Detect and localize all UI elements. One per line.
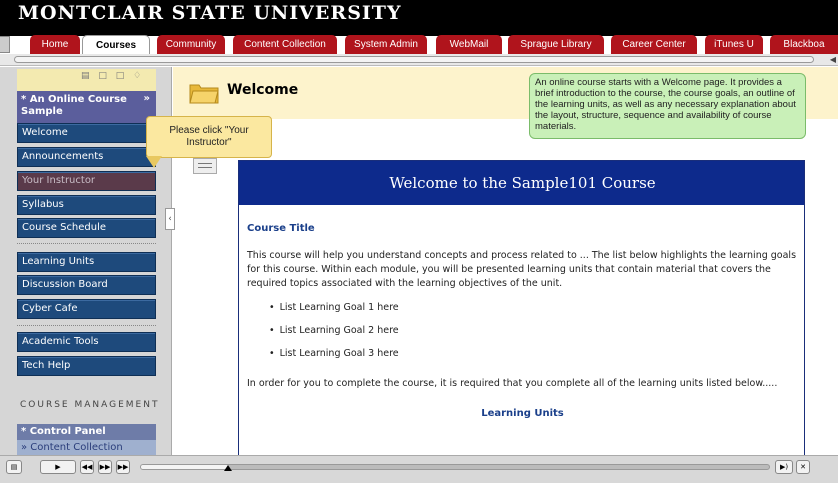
page-title: Welcome (227, 82, 299, 98)
completion-paragraph: In order for you to complete the course,… (247, 378, 778, 389)
tab-blackboard[interactable]: Blackboa (770, 35, 838, 54)
sidebar-item-tech-help[interactable]: Tech Help (17, 356, 156, 376)
sidebar-item-discussion-board[interactable]: Discussion Board (17, 275, 156, 295)
tab-itunes-u[interactable]: iTunes U (705, 35, 763, 54)
document-icon[interactable] (193, 158, 217, 174)
play-button[interactable]: ▶ (40, 460, 76, 474)
goal-text: List Learning Goal 1 here (279, 302, 399, 313)
chevron-right-icon[interactable]: » (144, 93, 150, 105)
tab-career-center[interactable]: Career Center (611, 35, 697, 54)
course-management-label: COURSE MANAGEMENT (20, 400, 160, 410)
playback-progress (141, 465, 229, 469)
playback-thumb[interactable] (223, 465, 232, 471)
tab-community[interactable]: Community (157, 35, 225, 54)
tab-system-admin[interactable]: System Admin (345, 35, 427, 54)
course-title-heading: Course Title (247, 223, 315, 234)
goal-item: List Learning Goal 2 here (269, 324, 399, 338)
university-title: MONTCLAIR STATE UNIVERSITY (18, 2, 402, 24)
playback-bar: ▤ ▶ ◀◀ ▶▶ ▶▶ ▶) ✕ (0, 455, 838, 483)
sidebar-item-course-schedule[interactable]: Course Schedule (17, 218, 156, 238)
sidebar-item-syllabus[interactable]: Syllabus (17, 195, 156, 215)
tab-stub[interactable] (0, 36, 10, 53)
toc-icon[interactable]: ▤ (6, 460, 22, 474)
learning-units-heading: Learning Units (481, 408, 564, 419)
folder-icon (189, 84, 219, 104)
playback-slider[interactable] (140, 464, 770, 470)
tab-sprague-library[interactable]: Sprague Library (508, 35, 604, 54)
tooltip-pointer (146, 156, 162, 168)
scroll-left-icon[interactable]: ◀ (830, 55, 836, 64)
control-panel-content-collection[interactable]: » Content Collection (17, 440, 156, 455)
tab-content-collection[interactable]: Content Collection (233, 35, 337, 54)
goal-item: List Learning Goal 3 here (269, 347, 399, 361)
goal-text: List Learning Goal 3 here (279, 348, 399, 359)
sidebar-item-learning-units[interactable]: Learning Units (17, 252, 156, 272)
top-tabs: Home Courses Community Content Collectio… (0, 33, 838, 54)
view-options-icon[interactable]: ▤ □ □ ♢ (81, 71, 144, 81)
goal-text: List Learning Goal 2 here (279, 325, 399, 336)
tab-home[interactable]: Home (30, 35, 80, 54)
tab-scroll-strip: ◀ (0, 54, 838, 66)
welcome-content: Welcome to the Sample101 Course Course T… (238, 160, 805, 455)
fast-forward-icon[interactable]: ▶▶ (116, 460, 130, 474)
sidebar-item-welcome[interactable]: Welcome (17, 123, 156, 143)
next-icon[interactable]: ▶▶ (98, 460, 112, 474)
tab-webmail[interactable]: WebMail (436, 35, 502, 54)
screen: MONTCLAIR STATE UNIVERSITY Home Courses … (0, 0, 838, 483)
control-panel-header[interactable]: * Control Panel (17, 424, 156, 440)
close-icon[interactable]: ✕ (796, 460, 810, 474)
university-banner: MONTCLAIR STATE UNIVERSITY (0, 0, 838, 36)
sidebar-item-cyber-cafe[interactable]: Cyber Cafe (17, 299, 156, 319)
previous-icon[interactable]: ◀◀ (80, 460, 94, 474)
tab-scrollbar[interactable] (14, 56, 814, 63)
sidebar-divider (17, 325, 156, 326)
instructor-tooltip: Please click "Your Instructor" (146, 116, 272, 158)
sidebar-item-announcements[interactable]: Announcements (17, 147, 156, 167)
sidebar-item-your-instructor[interactable]: Your Instructor (17, 171, 156, 191)
tab-courses[interactable]: Courses (82, 35, 150, 54)
sidebar-item-academic-tools[interactable]: Academic Tools (17, 332, 156, 352)
sidebar-divider (17, 243, 156, 244)
course-name: * An Online Course Sample (21, 94, 127, 117)
course-name-header[interactable]: * An Online Course Sample » (17, 91, 156, 123)
collapse-sidebar-icon[interactable]: ‹ (165, 208, 175, 230)
goal-item: List Learning Goal 1 here (269, 301, 399, 315)
instruction-note: An online course starts with a Welcome p… (529, 73, 806, 139)
intro-paragraph: This course will help you understand con… (247, 250, 797, 289)
content-header: Welcome to the Sample101 Course (239, 161, 804, 205)
volume-icon[interactable]: ▶) (775, 460, 793, 474)
